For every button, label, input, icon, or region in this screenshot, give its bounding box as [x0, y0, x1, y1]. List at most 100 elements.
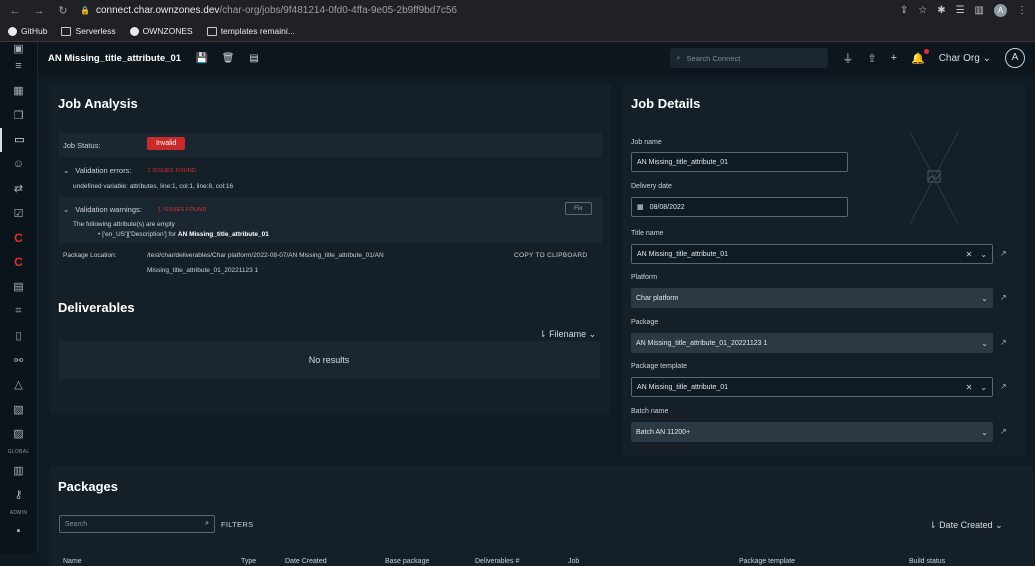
upload-icon[interactable]: ⇧: [867, 52, 876, 65]
app-topbar: AN Missing_title_attribute_01 💾 🗑 ▤ ⌕ Se…: [38, 42, 1035, 74]
bookmarks-bar: GitHub Serverless OWNZONES templates rem…: [0, 21, 1035, 41]
network-icon[interactable]: △: [0, 373, 38, 398]
bookmark-ownzones[interactable]: OWNZONES: [129, 26, 193, 36]
plug-icon[interactable]: ⏚: [842, 50, 853, 66]
clear-icon[interactable]: ✕: [966, 250, 973, 259]
delivery-date-input[interactable]: ▦ 08/08/2022: [631, 197, 848, 217]
external-link-icon[interactable]: ↗: [1000, 427, 1007, 436]
global-search-input[interactable]: ⌕ Search Connect: [670, 48, 829, 68]
browser-avatar[interactable]: A: [994, 4, 1007, 17]
reload-icon[interactable]: ↻: [56, 4, 70, 18]
sidepanel-icon[interactable]: ▥: [975, 5, 984, 16]
document-icon[interactable]: ▯: [0, 324, 38, 349]
org-switcher[interactable]: Char Org ⌄: [939, 53, 991, 64]
job-name-input[interactable]: AN Missing_title_attribute_01: [631, 152, 848, 172]
building-icon[interactable]: ▥: [0, 458, 38, 483]
bookmark-github[interactable]: GitHub: [8, 26, 47, 36]
validation-warnings-toggle[interactable]: ⌄ Validation warnings: 1 ISSUES FOUND: [63, 205, 207, 214]
fix-button[interactable]: Fix: [565, 202, 592, 215]
admin-icon[interactable]: ▪: [0, 519, 38, 544]
batch-name-select[interactable]: Batch AN 11200+ ⌄: [631, 422, 993, 442]
validation-errors-toggle[interactable]: ⌄ Validation errors: 1 ISSUES FOUND: [63, 166, 196, 175]
sidebar-top-icon[interactable]: ▣: [0, 42, 38, 55]
page-title: AN Missing_title_attribute_01: [48, 52, 182, 64]
comment-icon[interactable]: ▤: [245, 49, 263, 67]
brand-icon-1[interactable]: C: [0, 226, 38, 251]
deliverables-sort[interactable]: ⇂ Filename ⌄: [539, 329, 596, 340]
bookmark-serverless[interactable]: Serverless: [61, 26, 116, 36]
messages-icon[interactable]: ▤: [0, 275, 38, 300]
column-header-build-status[interactable]: Build status: [909, 558, 945, 565]
app: ▣ ≡ ▦ ❐ ▭ ☺ ⇄ ☑ C C ▤ ⌗ ▯ ⚯ △ ▧ ▨ GLOBAL…: [0, 42, 1035, 566]
tag-icon[interactable]: ⌗: [0, 299, 38, 324]
url-path: /char-org/jobs/9f481214-0fd0-4ffa-9e05-2…: [219, 5, 457, 16]
chevron-down-icon[interactable]: ⌄: [981, 294, 988, 303]
chevron-down-icon[interactable]: ⌄: [980, 383, 987, 392]
workflow-icon[interactable]: ⇄: [0, 177, 38, 202]
bookmark-templates[interactable]: templates remaini...: [206, 26, 295, 36]
back-icon[interactable]: ←: [8, 4, 22, 18]
star-icon[interactable]: ☆: [918, 5, 927, 16]
column-header-package-template[interactable]: Package template: [739, 558, 795, 565]
external-link-icon[interactable]: ↗: [1000, 382, 1007, 391]
tasks-icon[interactable]: ☑: [0, 201, 38, 226]
add-icon[interactable]: +: [891, 52, 897, 64]
chevron-down-icon[interactable]: ⌄: [980, 250, 987, 259]
external-link-icon[interactable]: ↗: [1000, 338, 1007, 347]
external-link-icon[interactable]: ↗: [1000, 249, 1007, 258]
save-icon[interactable]: 💾: [193, 49, 211, 67]
copy-to-clipboard-button[interactable]: COPY TO CLIPBOARD: [514, 252, 587, 259]
column-header-deliverables[interactable]: Deliverables #: [475, 558, 519, 565]
media-icon[interactable]: ▧: [0, 397, 38, 422]
clipboard-icon[interactable]: ▨: [0, 422, 38, 447]
brand-icon-2[interactable]: C: [0, 250, 38, 275]
sidebar: ▣ ≡ ▦ ❐ ▭ ☺ ⇄ ☑ C C ▤ ⌗ ▯ ⚯ △ ▧ ▨ GLOBAL…: [0, 42, 38, 553]
column-header-date-created[interactable]: Date Created: [285, 558, 327, 565]
job-status-label: Job Status:: [63, 141, 101, 150]
reading-list-icon[interactable]: ☰: [956, 5, 965, 16]
calendar-icon[interactable]: ▦: [0, 79, 38, 104]
package-template-select[interactable]: AN Missing_title_attribute_01 ✕ ⌄: [631, 377, 993, 397]
user-avatar[interactable]: A: [1005, 48, 1025, 68]
key-icon[interactable]: ⚷: [0, 483, 38, 508]
share-icon[interactable]: ⇪: [900, 5, 908, 16]
column-header-name[interactable]: Name: [63, 558, 82, 565]
job-status-row: Job Status: Invalid: [58, 133, 602, 157]
integrations-icon[interactable]: ⚯: [0, 348, 38, 373]
packages-sort[interactable]: ⇂ Date Created ⌄: [929, 520, 1003, 531]
chevron-down-icon: ⌄: [982, 52, 991, 64]
library-icon[interactable]: ❐: [0, 103, 38, 128]
topbar-actions: ⏚ ⇧ + 🔔 Char Org ⌄ A: [842, 48, 1025, 68]
platform-select[interactable]: Char platform ⌄: [631, 288, 993, 308]
face-icon[interactable]: ☺: [0, 152, 38, 177]
delete-icon[interactable]: 🗑: [219, 49, 237, 67]
column-header-job[interactable]: Job: [568, 558, 579, 565]
clear-icon[interactable]: ✕: [966, 383, 973, 392]
error-text: undefined variable: attributes, line:1, …: [73, 183, 234, 190]
extensions-icon[interactable]: ✱: [937, 5, 945, 16]
job-analysis-panel: Job Analysis Job Status: Invalid ⌄ Valid…: [49, 84, 611, 415]
job-name-label: Job name: [631, 139, 662, 146]
title-name-select[interactable]: AN Missing_title_attribute_01 ✕ ⌄: [631, 244, 993, 264]
chevron-down-icon[interactable]: ⌄: [981, 339, 988, 348]
deliverables-title: Deliverables: [58, 300, 135, 315]
forward-icon[interactable]: →: [32, 4, 46, 18]
github-icon: [8, 26, 17, 36]
url-host: connect.char.ownzones.dev: [95, 5, 220, 16]
package-label: Package: [631, 319, 659, 326]
menu-icon[interactable]: ≡: [0, 54, 38, 79]
column-header-type[interactable]: Type: [241, 558, 256, 565]
folder-icon: [61, 26, 72, 36]
filters-button[interactable]: FILTERS: [221, 520, 253, 529]
browser-menu-icon[interactable]: ⋮: [1017, 5, 1027, 16]
address-bar[interactable]: 🔒 connect.char.ownzones.dev /char-org/jo…: [80, 5, 457, 16]
chevron-down-icon[interactable]: ⌄: [981, 428, 988, 437]
jobs-icon[interactable]: ▭: [0, 127, 38, 152]
package-select[interactable]: AN Missing_title_attribute_01_20221123 1…: [631, 333, 993, 353]
external-link-icon[interactable]: ↗: [1000, 293, 1007, 302]
packages-search-input[interactable]: Search ⌕: [59, 515, 215, 533]
platform-label: Platform: [631, 274, 658, 281]
notifications-icon[interactable]: 🔔: [911, 48, 929, 65]
column-header-base-package[interactable]: Base package: [385, 558, 429, 565]
warning-item: • ['en_US']['Description'] for AN Missin…: [98, 231, 269, 238]
